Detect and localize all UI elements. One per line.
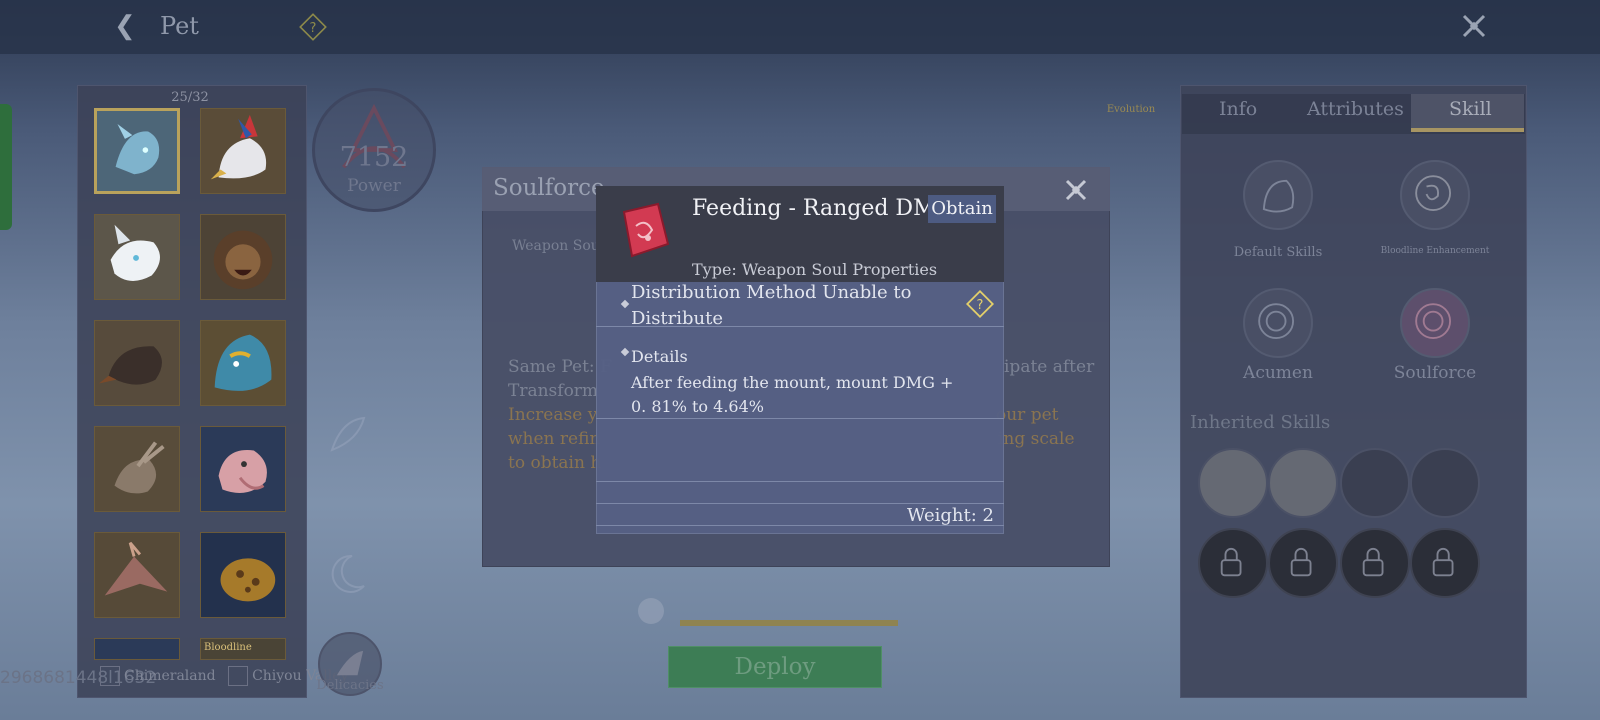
pet-slot-locked-icon[interactable] [94, 638, 180, 660]
pet-slot-lion-icon[interactable] [200, 214, 286, 300]
item-weight: Weight: 2 [906, 505, 994, 526]
pet-slot-spotted-shell-icon[interactable] [200, 532, 286, 618]
soulforce-skill-icon[interactable] [1400, 288, 1470, 358]
page-title: Pet [160, 12, 199, 40]
tab-info[interactable]: Info [1219, 98, 1257, 120]
soulforce-modal-title: Soulforce [493, 175, 605, 201]
close-icon[interactable] [1458, 10, 1490, 42]
inherited-skill-slot-empty[interactable] [1410, 448, 1480, 518]
skill-label-acumen: Acumen [1243, 363, 1313, 383]
tab-skill[interactable]: Skill [1449, 98, 1492, 120]
bloodline-tag: Bloodline [200, 638, 286, 660]
pet-slot-raven-icon[interactable] [94, 320, 180, 406]
lock-icon[interactable] [1410, 528, 1480, 598]
default-skill-icon[interactable] [1243, 160, 1313, 230]
experience-bar [680, 620, 898, 626]
description-line: ipate after [1004, 357, 1095, 377]
filter-checkbox-chimeraland[interactable] [100, 666, 120, 686]
obtain-button[interactable]: Obtain [928, 195, 996, 223]
pet-detail-panel [1180, 85, 1527, 698]
description-line: Transform [508, 381, 599, 401]
filter-label-chimeraland: Chimeraland [124, 668, 216, 684]
inherited-skill-slot-empty[interactable] [1340, 448, 1410, 518]
pet-slot-blue-beast-icon[interactable] [200, 320, 286, 406]
delicacies-label: Delicacies [316, 678, 384, 693]
item-type: Type: Weapon Soul Properties [692, 260, 938, 279]
pet-slot-mantis-icon[interactable] [94, 426, 180, 512]
skill-label-default: Default Skills [1233, 245, 1323, 260]
top-bar [0, 0, 1600, 54]
pet-count: 25/32 [171, 90, 209, 105]
side-tab[interactable] [0, 104, 12, 230]
skill-label-bloodline: Bloodline Enhancement [1380, 246, 1490, 256]
inherited-skills-title: Inherited Skills [1190, 412, 1331, 433]
item-title: Feeding - Ranged DMG [692, 196, 954, 221]
close-icon[interactable] [1061, 175, 1091, 205]
acumen-icon[interactable] [1243, 288, 1313, 358]
inherited-skill-slot-beast-icon[interactable] [1198, 448, 1268, 518]
description-line: ing scale [998, 429, 1075, 449]
help-icon[interactable]: ? [965, 289, 995, 319]
bloodline-enhancement-icon[interactable] [1400, 160, 1470, 230]
moon-icon[interactable] [322, 550, 370, 598]
description-line: our pet [996, 405, 1059, 425]
help-icon[interactable]: ? [298, 12, 328, 42]
deploy-button[interactable]: Deploy [668, 646, 882, 688]
lock-icon[interactable] [1340, 528, 1410, 598]
inherited-skill-slot-body-icon[interactable] [1268, 448, 1338, 518]
weapon-soul-label: Weapon Sou [512, 238, 600, 254]
tooltip-divider [596, 419, 1004, 482]
pet-slot-eagle-icon[interactable] [200, 108, 286, 194]
pet-slot-wolf-spirit-icon[interactable] [94, 108, 180, 194]
svg-text:?: ? [310, 21, 317, 36]
description-line: Increase y [508, 405, 598, 425]
tab-active-underline [1411, 128, 1524, 132]
filter-checkbox-chiyou-valley[interactable] [228, 666, 249, 686]
feather-icon[interactable] [322, 410, 372, 460]
power-label: Power [347, 176, 401, 196]
water-drop-icon [638, 598, 664, 624]
pet-slot-frost-fox-icon[interactable] [94, 214, 180, 300]
scroll-item-icon [612, 198, 676, 264]
tab-attributes[interactable]: Attributes [1307, 98, 1404, 120]
back-arrow-icon[interactable]: ❮ [114, 12, 142, 40]
pet-slot-dragon-wing-icon[interactable] [94, 532, 180, 618]
details-text: After feeding the mount, mount DMG + 0. … [631, 373, 954, 416]
description-line: to obtain h [508, 453, 602, 473]
details-label: Details [631, 347, 688, 366]
description-line: when refin [508, 429, 601, 449]
lock-icon[interactable] [1268, 528, 1338, 598]
tooltip-divider [596, 482, 1004, 504]
power-value: 7152 [339, 142, 409, 173]
distribution-method: Distribution Method Unable to Distribute [631, 282, 912, 329]
skill-label-soulforce: Soulforce [1393, 363, 1477, 383]
pet-slot-pink-bird-icon[interactable] [200, 426, 286, 512]
lock-icon[interactable] [1198, 528, 1268, 598]
svg-text:?: ? [977, 298, 984, 313]
evolution-badge[interactable]: Evolution [1103, 95, 1159, 125]
